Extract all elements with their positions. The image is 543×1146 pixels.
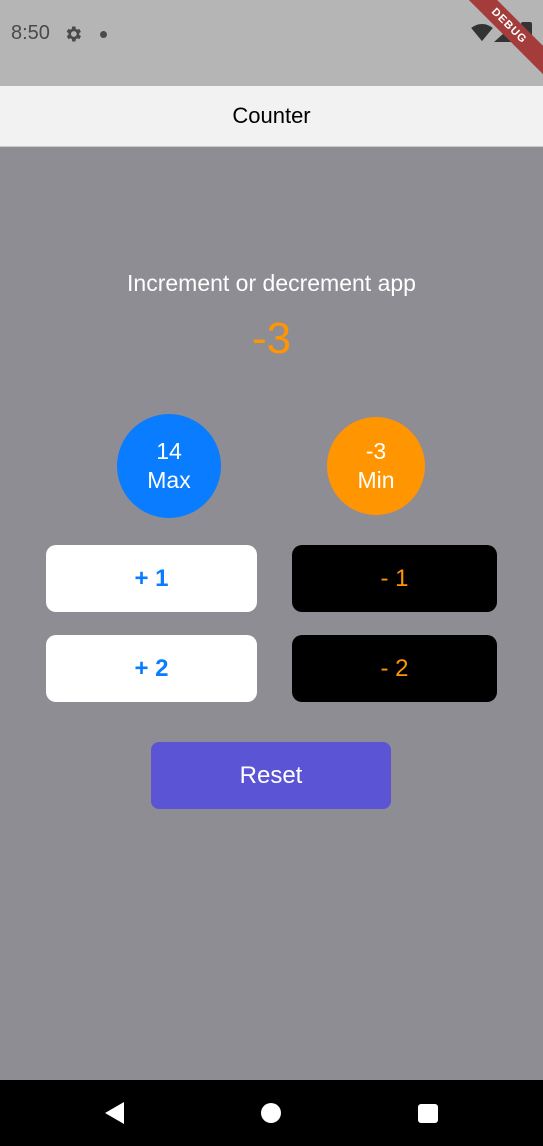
wifi-icon — [471, 24, 493, 42]
subtitle: Increment or decrement app — [127, 270, 416, 296]
decrement-1-button[interactable]: - 1 — [292, 545, 497, 612]
status-bar: 8:50 DEBUG — [0, 0, 543, 86]
max-value: 14 — [156, 438, 182, 464]
increment-2-button[interactable]: + 2 — [46, 635, 257, 702]
max-label: Max — [147, 467, 191, 493]
back-icon[interactable] — [104, 1102, 126, 1124]
app-title: Counter — [232, 103, 311, 128]
app-bar: Counter — [0, 86, 543, 147]
max-badge: 14 Max — [117, 414, 221, 518]
min-badge: -3 Min — [327, 417, 425, 515]
recent-apps-icon[interactable] — [418, 1104, 438, 1123]
status-time: 8:50 — [11, 22, 50, 44]
notification-dot-icon — [100, 31, 107, 38]
reset-button[interactable]: Reset — [151, 742, 391, 809]
home-icon[interactable] — [261, 1103, 281, 1123]
counter-value: -3 — [251, 314, 292, 363]
decrement-2-button[interactable]: - 2 — [292, 635, 497, 702]
min-value: -3 — [365, 438, 387, 464]
gear-icon — [66, 26, 81, 42]
min-label: Min — [357, 467, 395, 493]
increment-1-button[interactable]: + 1 — [46, 545, 257, 612]
